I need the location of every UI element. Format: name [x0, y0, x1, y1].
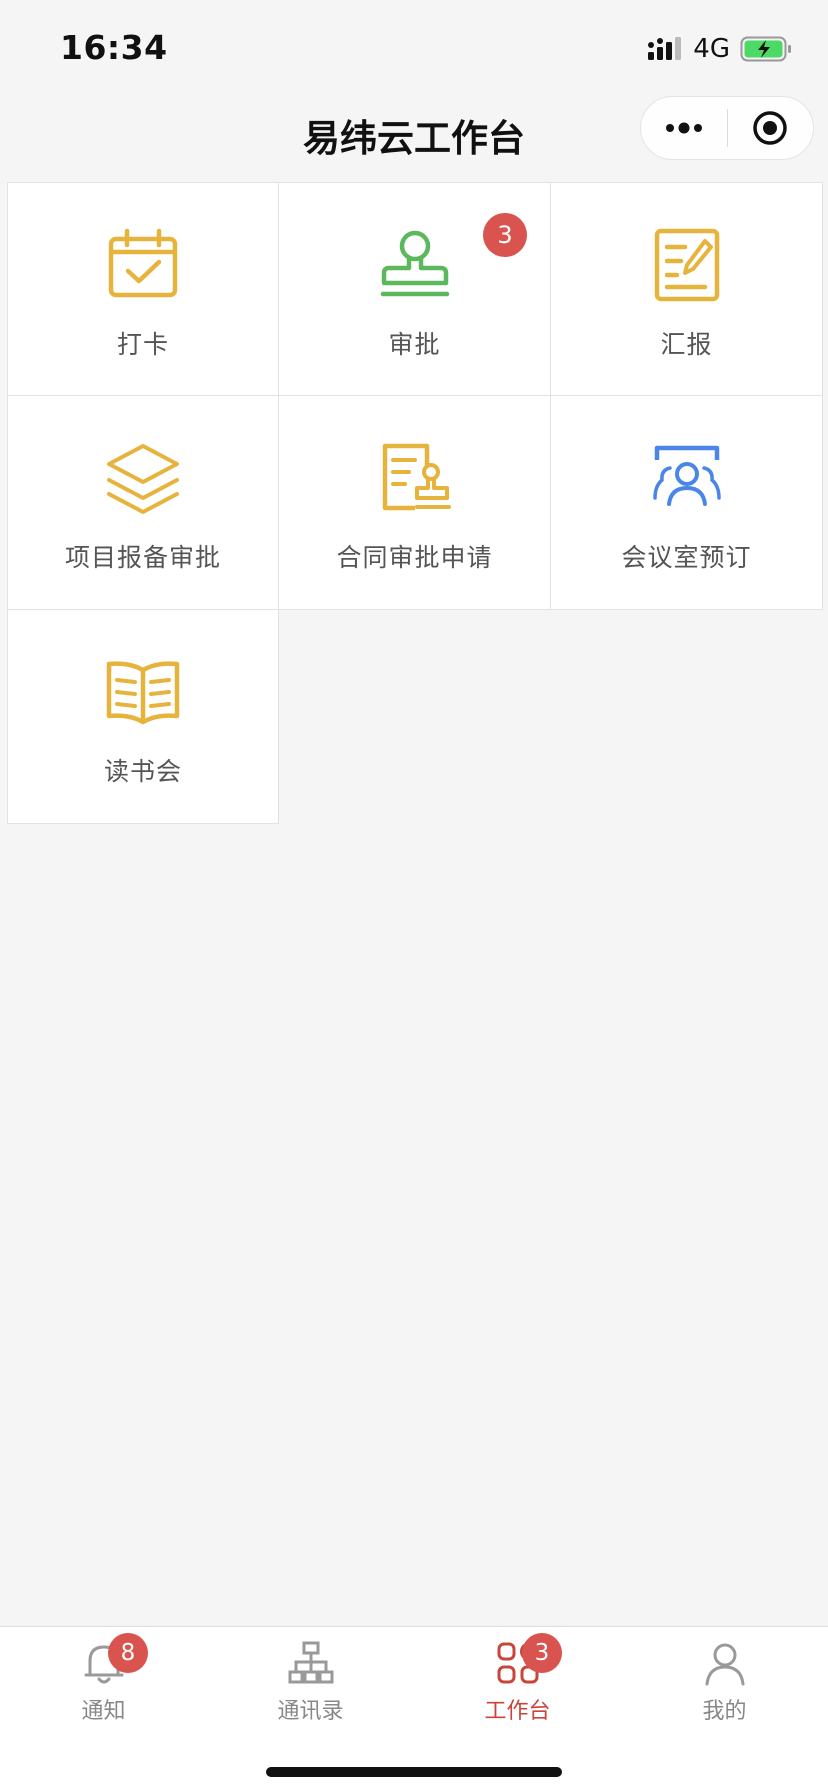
signal-icon: [648, 37, 682, 60]
app-project-filing-approval[interactable]: 项目报备审批: [7, 396, 279, 610]
app-approval[interactable]: 3 审批: [279, 182, 551, 396]
app-label: 汇报: [660, 330, 713, 359]
app-label: 合同审批申请: [336, 543, 493, 572]
tab-contacts[interactable]: 通讯录: [207, 1627, 414, 1737]
org-chart-icon: [287, 1639, 335, 1687]
app-label: 审批: [388, 330, 441, 359]
workbench-screen: 16:34 4G 易纬云工作台 打卡 3 审批 汇报 项目报备审批 合同审批申请…: [0, 0, 828, 1792]
tab-label: 通知: [81, 1699, 126, 1724]
app-meeting-room-booking[interactable]: 会议室预订: [551, 396, 823, 610]
navigation-bar: 易纬云工作台: [0, 96, 828, 184]
target-circle-icon: [753, 111, 787, 145]
meeting-room-icon: [647, 438, 727, 518]
tab-label: 我的: [702, 1699, 747, 1724]
tab-label: 工作台: [484, 1699, 551, 1724]
tab-bar: 8 通知 通讯录 3 工作台 我的: [0, 1626, 828, 1792]
tab-label: 通讯录: [277, 1699, 344, 1724]
tab-workbench[interactable]: 3 工作台: [414, 1627, 621, 1737]
status-bar: 16:34 4G: [0, 0, 828, 96]
open-book-icon: [103, 652, 183, 732]
tab-notifications[interactable]: 8 通知: [0, 1627, 207, 1737]
stamp-icon: [375, 225, 455, 305]
network-label: 4G: [693, 34, 730, 64]
status-time: 16:34: [60, 28, 168, 67]
app-clock-in[interactable]: 打卡: [7, 182, 279, 396]
report-edit-icon: [647, 225, 727, 305]
user-icon: [701, 1639, 749, 1687]
app-label: 打卡: [116, 330, 169, 359]
app-book-club[interactable]: 读书会: [7, 610, 279, 824]
app-report[interactable]: 汇报: [551, 182, 823, 396]
app-label: 读书会: [103, 757, 182, 786]
approval-badge: 3: [483, 213, 527, 257]
more-dots-icon: [665, 122, 702, 134]
app-label: 项目报备审批: [64, 543, 221, 572]
app-grid: 打卡 3 审批 汇报 项目报备审批 合同审批申请 会议室预订 读书会: [7, 182, 823, 824]
mini-program-capsule: [640, 96, 814, 160]
more-button[interactable]: [641, 97, 727, 159]
workbench-badge: 3: [522, 1633, 562, 1673]
tab-profile[interactable]: 我的: [621, 1627, 828, 1737]
notifications-badge: 8: [108, 1633, 148, 1673]
contract-stamp-icon: [375, 438, 455, 518]
battery-charging-icon: [740, 36, 791, 62]
app-contract-approval[interactable]: 合同审批申请: [279, 396, 551, 610]
home-indicator[interactable]: [266, 1767, 562, 1777]
close-mini-program-button[interactable]: [728, 97, 814, 159]
layers-icon: [103, 438, 183, 518]
status-indicators: 4G: [647, 34, 792, 64]
calendar-check-icon: [103, 225, 183, 305]
app-label: 会议室预订: [621, 543, 752, 572]
